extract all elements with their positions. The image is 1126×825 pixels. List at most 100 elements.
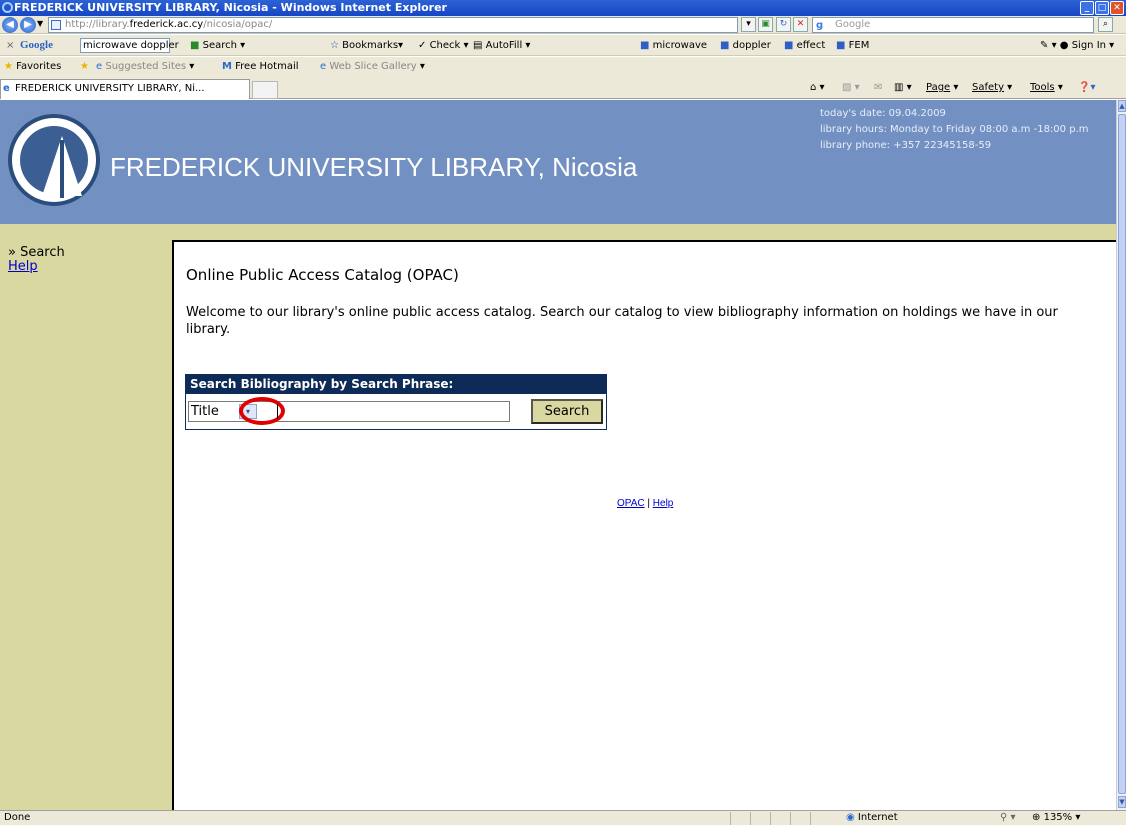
tab-library[interactable]: e FREDERICK UNIVERSITY LIBRARY, Ni... [0,79,250,99]
ie-logo-icon [2,2,13,13]
protected-mode-icon[interactable]: ⚲ ▾ [1000,811,1016,825]
back-icon[interactable]: ◀ [2,17,18,33]
favorites-button[interactable]: ★ Favorites [4,57,61,77]
tools-menu-label: Tools [1030,82,1055,93]
chip-fem[interactable]: ■ FEM [836,35,869,56]
chip-doppler[interactable]: ■ doppler [720,35,771,56]
spellcheck-icon: ✓ [418,40,427,51]
autofill-button[interactable]: ▤ AutoFill ▾ [473,35,530,56]
chip-search-icon: ■ [784,40,794,51]
url-field[interactable]: http://library.frederick.ac.cy/nicosia/o… [48,17,738,33]
status-cell [790,812,810,825]
help-icon[interactable]: ❓▾ [1078,77,1095,99]
zone-label: Internet [857,812,898,823]
internet-zone: ◉ Internet [846,811,898,825]
hotmail-icon: M [222,61,232,72]
ie-page-icon: e [96,61,103,72]
address-bar: ◀ ▶ ▼ http://library.frederick.ac.cy/nic… [0,16,1126,34]
close-button[interactable]: ✕ [1110,1,1124,15]
toolbar-search-button[interactable]: ■ Search ▾ [190,35,245,56]
safety-menu[interactable]: Safety ▾ [972,77,1012,99]
chip-label: doppler [732,40,771,51]
status-cell [810,812,840,825]
highlight-circle [239,397,285,425]
user-icon: ● [1059,40,1069,51]
maximize-button[interactable]: □ [1095,1,1109,15]
minimize-button[interactable]: _ [1080,1,1094,15]
suggested-sites-link[interactable]: e Suggested Sites ▾ [96,57,194,77]
favorites-label: Favorites [16,61,62,72]
history-dropdown-icon[interactable]: ▼ [37,19,43,28]
mail-icon[interactable]: ✉ [874,77,882,99]
google-icon: g [816,20,824,31]
bookmarks-label: Bookmarks [342,40,399,51]
logo-inner [20,126,88,198]
status-cell [750,812,770,825]
sidebar-item-search[interactable]: » Search [8,246,65,260]
title-bar: FREDERICK UNIVERSITY LIBRARY, Nicosia - … [0,0,1126,16]
chip-microwave[interactable]: ■ microwave [640,35,707,56]
check-button[interactable]: ✓ Check ▾ [418,35,469,56]
address-dropdown-icon[interactable]: ▾ [741,17,756,32]
autofill-icon: ▤ [473,40,483,51]
scroll-thumb[interactable] [1118,114,1126,794]
stop-icon[interactable]: ✕ [793,17,808,32]
url-path: /nicosia/opac/ [203,19,273,30]
chip-search-icon: ■ [836,40,846,51]
page-title: Online Public Access Catalog (OPAC) [186,266,459,284]
chip-search-icon: ■ [720,40,730,51]
chip-effect[interactable]: ■ effect [784,35,825,56]
status-text: Done [4,812,31,823]
search-field[interactable]: Title ▾ [188,397,510,425]
refresh-icon[interactable]: ↻ [776,17,791,32]
toolbar-close-icon[interactable]: × [6,35,14,56]
status-cell [770,812,790,825]
sign-in-button[interactable]: ✎ ▾ ● Sign In ▾ [1040,35,1114,56]
tools-menu[interactable]: Tools ▾ [1030,77,1063,99]
window-controls: _ □ ✕ [1080,1,1124,15]
web-slice-label: Web Slice Gallery [329,61,417,72]
hotmail-link[interactable]: M Free Hotmail [222,57,299,77]
forward-icon[interactable]: ▶ [20,17,36,33]
chip-search-icon: ■ [640,40,650,51]
chip-label: FEM [848,40,870,51]
page-menu[interactable]: Page ▾ [926,77,958,99]
scroll-down-icon[interactable]: ▼ [1118,796,1126,808]
sidebar-item-help[interactable]: Help [8,259,38,274]
tab-label: FREDERICK UNIVERSITY LIBRARY, Ni... [15,83,205,94]
suggested-sites-label: Suggested Sites [105,61,187,72]
search-button[interactable]: Search [531,399,603,424]
autofill-label: AutoFill [485,40,523,51]
web-slice-icon: e [320,61,327,72]
home-icon[interactable]: ⌂ ▾ [810,77,825,99]
vertical-scrollbar[interactable]: ▲ ▼ [1116,100,1126,810]
web-search-field[interactable]: g Google [812,17,1094,33]
print-icon[interactable]: ▥ ▾ [894,77,912,99]
todays-date: today's date: 09.04.2009 [820,108,946,119]
bookmarks-button[interactable]: ☆ Bookmarks▾ [330,35,403,56]
feeds-icon[interactable]: ▧ ▾ [842,77,860,99]
new-tab-button[interactable] [252,81,278,99]
scroll-up-icon[interactable]: ▲ [1118,100,1126,112]
footer-separator: | [647,498,650,509]
search-field-select[interactable]: Title [191,404,219,420]
chip-label: microwave [652,40,708,51]
search-panel-title: Search Bibliography by Search Phrase: [186,375,606,394]
zoom-icon: ⊕ [1032,812,1041,823]
search-icon[interactable]: ⌕ [1098,17,1113,32]
zoom-control[interactable]: ⊕ 135% ▾ [1032,811,1080,825]
status-bar: Done ◉ Internet ⚲ ▾ ⊕ 135% ▾ [0,810,1126,825]
compatibility-icon[interactable]: ▣ [758,17,773,32]
safety-menu-label: Safety [972,82,1004,93]
footer-opac-link[interactable]: OPAC [617,498,645,509]
footer-help-link[interactable]: Help [653,498,674,509]
google-search-input[interactable]: microwave doppler [80,38,179,53]
favorites-star-icon: ★ [4,61,13,72]
web-slice-link[interactable]: e Web Slice Gallery ▾ [320,57,425,77]
header-divider [0,224,1116,240]
search-panel: Search Bibliography by Search Phrase: Ti… [185,374,607,430]
add-favorite-icon[interactable]: ★ [80,57,89,77]
sidebar-nav: » Search Help [8,246,65,274]
logo-spire-shape [60,140,64,198]
hotmail-label: Free Hotmail [235,61,299,72]
